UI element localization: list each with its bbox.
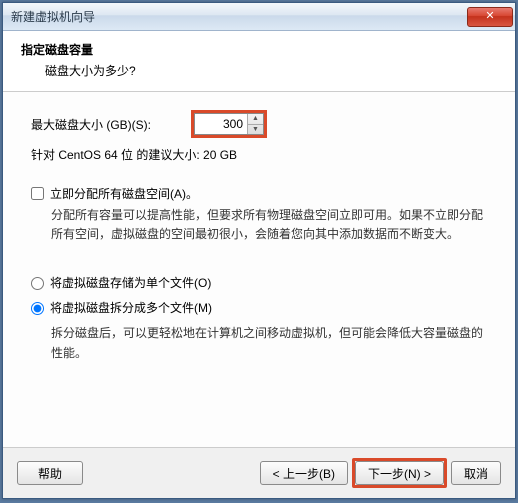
help-button[interactable]: 帮助 [17,461,83,485]
next-highlight-box: 下一步(N) > [352,458,447,488]
storage-split-radio[interactable] [31,302,44,315]
highlight-box: ▲ ▼ [191,110,267,138]
allocate-checkbox-label: 立即分配所有磁盘空间(A)。 [50,185,198,202]
disk-size-input[interactable] [195,114,247,134]
storage-single-label: 将虚拟磁盘存储为单个文件(O) [50,274,211,291]
page-title: 指定磁盘容量 [21,41,497,58]
spinner-up-icon[interactable]: ▲ [248,114,263,125]
back-button[interactable]: < 上一步(B) [260,461,348,485]
wizard-footer: 帮助 < 上一步(B) 下一步(N) > 取消 [3,447,515,498]
allocate-checkbox-row: 立即分配所有磁盘空间(A)。 [31,185,487,202]
cancel-button[interactable]: 取消 [451,461,501,485]
storage-split-description: 拆分磁盘后，可以更轻松地在计算机之间移动虚拟机，但可能会降低大容量磁盘的性能。 [31,324,487,362]
recommended-size-text: 针对 CentOS 64 位 的建议大小: 20 GB [31,146,487,163]
spinner-down-icon[interactable]: ▼ [248,125,263,135]
disk-size-row: 最大磁盘大小 (GB)(S): ▲ ▼ [31,110,487,138]
storage-single-row: 将虚拟磁盘存储为单个文件(O) [31,274,487,291]
storage-single-radio[interactable] [31,277,44,290]
next-button[interactable]: 下一步(N) > [355,461,444,485]
page-subtitle: 磁盘大小为多少? [21,62,497,79]
wizard-header: 指定磁盘容量 磁盘大小为多少? [3,31,515,92]
storage-split-label: 将虚拟磁盘拆分成多个文件(M) [50,299,212,316]
storage-split-row: 将虚拟磁盘拆分成多个文件(M) [31,299,487,316]
allocate-description: 分配所有容量可以提高性能，但要求所有物理磁盘空间立即可用。如果不立即分配所有空间… [31,206,487,244]
titlebar: 新建虚拟机向导 ✕ [3,3,515,31]
disk-size-spinner[interactable]: ▲ ▼ [194,113,264,135]
spinner-arrows: ▲ ▼ [247,114,263,134]
disk-size-label: 最大磁盘大小 (GB)(S): [31,116,191,133]
wizard-window: 新建虚拟机向导 ✕ 指定磁盘容量 磁盘大小为多少? 最大磁盘大小 (GB)(S)… [2,2,516,499]
allocate-checkbox[interactable] [31,187,44,200]
window-title: 新建虚拟机向导 [11,8,467,25]
wizard-content: 最大磁盘大小 (GB)(S): ▲ ▼ 针对 CentOS 64 位 的建议大小… [3,92,515,447]
close-button[interactable]: ✕ [467,7,513,27]
